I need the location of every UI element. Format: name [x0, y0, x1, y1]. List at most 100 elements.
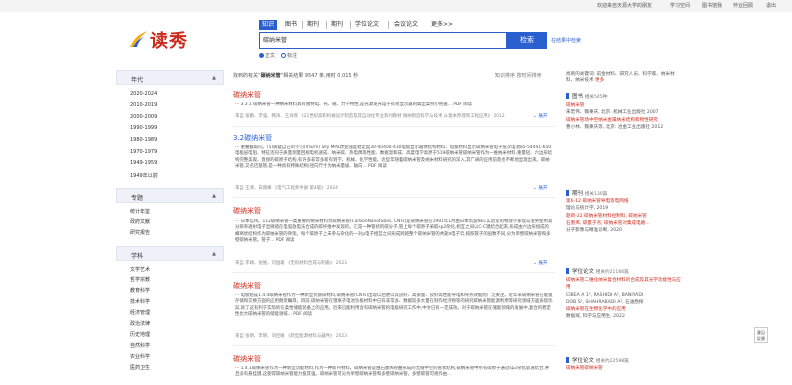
divider	[233, 126, 555, 127]
related-book-meta: 朱宏伟、魏秉庆, 北京: 机械工业出版社 2007	[566, 110, 659, 116]
logo-mark-icon	[130, 31, 148, 47]
result-snippet: ··· 电极组成1.4.4碳纳米管作为一种新型优质碳材料,碳纳米管(CNTs)出…	[235, 293, 553, 317]
logo-text: 读秀	[150, 31, 188, 52]
search-button[interactable]: 检索	[507, 32, 547, 49]
search-within-results-link[interactable]: 在结果中检索	[551, 37, 581, 44]
facet-subject-item[interactable]: 农业科学	[130, 353, 150, 360]
facet-subject-item[interactable]: 历史地理	[130, 331, 150, 338]
chevron-down-icon[interactable]: ▲	[212, 75, 216, 81]
expand-link[interactable]: ⌄ 展开	[533, 185, 548, 191]
result-source: 来自 张明、李明、刘佳敏 《新型能源材料与器件》 2023	[235, 334, 347, 339]
facet-year-item[interactable]: 1949-1959	[130, 160, 157, 166]
related-thesis-title[interactable]: 碳纳米管在生物化学中的应用	[566, 306, 682, 313]
result-title[interactable]: 碳纳米管	[233, 90, 261, 100]
tab-separator	[302, 21, 303, 29]
result-source: 来自 李靖、张维、刘国雄 《无机材料合成与制备》 2023	[235, 261, 347, 266]
expand-link[interactable]: ⌄ 展开	[533, 260, 548, 266]
facet-subject: 学科 ▲ 文学艺术 哲学宗教 教育科学 技术科学 经济管理 政治法律 历史地理 …	[116, 246, 224, 385]
facet-subject-item[interactable]: 自然科学	[130, 342, 150, 349]
facet-year-item[interactable]: 2010-2019	[130, 102, 157, 108]
section-count: 相关130篇	[584, 192, 608, 197]
chevron-down-icon[interactable]: ▲	[212, 193, 216, 199]
result-source: 来自 王清、白晓峰 《电气工程师手册 第4版》 2024	[235, 186, 338, 191]
tab-separator	[388, 21, 389, 29]
results-summary: 找到的有关“碳纳米管”相关结果 9547 条,用时 0.015 秒	[233, 73, 359, 79]
feedback-button[interactable]: 意见 反馈	[754, 327, 768, 343]
facet-topic-item[interactable]: 研究报告	[130, 229, 150, 236]
keywords-text: 找到的关键词: 前金材料、研究人员、科学家、纳米材料、纳米技术	[566, 72, 675, 84]
facet-year-item[interactable]: 1990-1999	[130, 125, 157, 131]
search-input[interactable]: 碳纳米管	[263, 33, 287, 48]
facet-subject-item[interactable]: 技术科学	[130, 298, 150, 305]
related-thesis-title[interactable]: 碳纳米管二维化纳米复合材料的合成及其光学功能性与应用	[566, 277, 682, 292]
top-link-library[interactable]: 图书馆我	[702, 2, 722, 9]
result-source: 来自 张鹏、李强、韩涛、王海燕 《21世纪高职机械设计制造及其自动化专业系列教材…	[235, 114, 505, 119]
tab-separator	[326, 21, 327, 29]
facet-year-item[interactable]: 1980-1989	[130, 137, 157, 143]
radio-unselected-icon	[281, 53, 286, 58]
welcome-text: 欢迎来自天源大学的朋友	[597, 3, 653, 9]
related-thesis-meta: DOB S¹, SHAHRABADI A², 石油勘探	[566, 299, 644, 305]
facet-subject-item[interactable]: 教育科学	[130, 287, 150, 294]
radio-title[interactable]: 标注	[281, 52, 297, 59]
expand-link[interactable]: ⌄ 展开	[533, 113, 548, 119]
related-journal-title[interactable]: 题目-22 碳纳米管材料控制料, 碳纳米管	[566, 213, 682, 220]
tab-more[interactable]: 更多>>	[431, 20, 453, 30]
facet-topic-item[interactable]: 政府文献	[130, 218, 150, 225]
section-title: 学位论文	[572, 358, 595, 364]
related-journal-title[interactable]: 石墨烯, 碳量子点, 碳纳米管对集成电路...	[566, 220, 682, 227]
facet-year-item[interactable]: 2020-2024	[130, 91, 157, 97]
divider	[233, 272, 555, 273]
facet-topic-header[interactable]: 专题 ▲	[116, 188, 224, 203]
tab-separator	[350, 21, 351, 29]
related-book-title[interactable]: 碳纳米管场中空纳米金属纳米结构和物性研究	[566, 117, 682, 124]
keywords-more-link[interactable]: 更多	[595, 78, 604, 83]
tab-books[interactable]: 图书	[285, 20, 297, 30]
top-link-logout[interactable]: 退出	[766, 2, 776, 9]
tab-periodicals[interactable]: 期刊	[331, 20, 343, 30]
sort-options[interactable]: 知识排序 按时间排序	[495, 72, 542, 79]
related-journals-header[interactable]: 期刊 相关130篇	[566, 189, 607, 197]
facet-subject-item[interactable]: 政治法律	[130, 320, 150, 327]
search-box[interactable]: 碳纳米管	[259, 32, 507, 49]
facet-subject-item[interactable]: 经济管理	[130, 309, 150, 316]
radio-fulltext[interactable]: 正文	[259, 52, 275, 59]
top-link-study-space[interactable]: 学习空间	[670, 2, 690, 9]
facet-year-item[interactable]: 2000-2009	[130, 114, 157, 120]
related-conference-title[interactable]: 碳纳米管碳纳米管	[566, 365, 682, 372]
related-book-title[interactable]: 碳纳米管	[566, 102, 682, 109]
related-conference-header[interactable]: 学位论文 相关约22598篇	[566, 356, 629, 364]
facet-subject-header[interactable]: 学科 ▲	[116, 246, 224, 261]
facet-year: 年代 ▲ 2020-2024 2010-2019 2000-2009 1990-…	[116, 70, 224, 185]
result-title[interactable]: 碳纳米管	[233, 206, 261, 216]
facet-subject-item[interactable]: 文学艺术	[130, 266, 150, 273]
facet-subject-item[interactable]: 医药卫生	[130, 364, 150, 371]
top-link-history[interactable]: 怀业回顾	[733, 2, 753, 9]
result-title[interactable]: 碳纳米管	[233, 354, 261, 364]
related-theses-list: 碳纳米管二维化纳米复合材料的合成及其光学功能性与应用 CIBEA A 1², R…	[566, 277, 682, 321]
related-journal-title[interactable]: 第6-12 碳纳米管导电等电网络	[566, 198, 682, 205]
related-theses-header[interactable]: 学位论文 相关约21166篇	[566, 267, 629, 275]
tab-knowledge[interactable]: 知识	[259, 20, 278, 30]
facet-subject-title: 学科	[131, 253, 144, 260]
site-logo[interactable]: 读秀	[128, 27, 190, 53]
facet-year-header[interactable]: 年代 ▲	[116, 70, 224, 85]
facet-year-item[interactable]: 1970-1979	[130, 149, 157, 155]
summary-query: 碳纳米管	[260, 73, 281, 79]
tab-theses[interactable]: 学位论文	[355, 20, 379, 30]
related-books-list: 碳纳米管 朱宏伟、魏秉庆, 北京: 机械工业出版社 2007 碳纳米管场中空纳米…	[566, 102, 682, 131]
facet-topic-title: 专题	[131, 195, 144, 202]
result-title[interactable]: 碳纳米管	[233, 281, 261, 291]
facet-year-item[interactable]: 1949年以前	[130, 172, 158, 179]
tab-journals[interactable]: 期刊	[307, 20, 319, 30]
radio-label: 正文	[265, 53, 276, 59]
divider	[233, 197, 555, 198]
result-title[interactable]: 3.2碳纳米管	[233, 133, 272, 143]
facet-topic-item[interactable]: 统计年鉴	[130, 208, 150, 215]
tab-conference[interactable]: 会议论文	[394, 20, 418, 30]
facet-subject-item[interactable]: 哲学宗教	[130, 276, 150, 283]
chevron-down-icon[interactable]: ▲	[212, 251, 216, 257]
related-journal-meta: 分子影像与精准诊断, 2020	[566, 228, 622, 234]
expand-label: 展开	[538, 114, 548, 119]
related-books-header[interactable]: 图书 相关545种	[566, 92, 607, 100]
